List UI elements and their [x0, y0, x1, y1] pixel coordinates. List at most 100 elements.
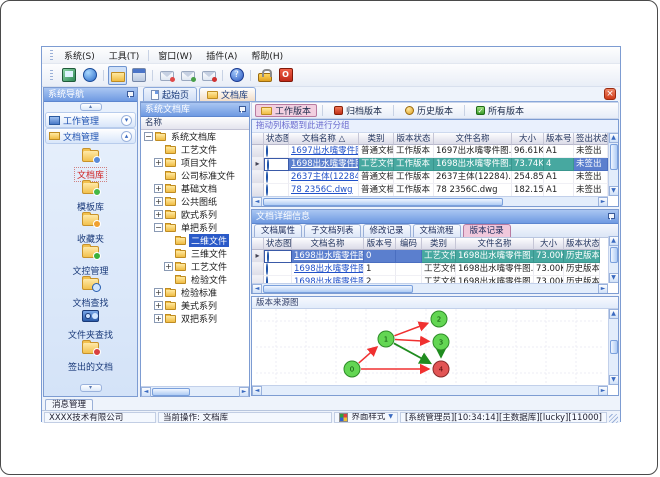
- table-row[interactable]: 1698出水嘴零件图.dwg1工艺文件1698出水嘴零件图.dwg73.00KB…: [252, 263, 618, 276]
- detail-tab-0[interactable]: 文档属性: [254, 224, 303, 237]
- menu-item-1[interactable]: 工具(T): [102, 48, 147, 63]
- scroll-right-arrow[interactable]: ►: [598, 385, 608, 395]
- row-selector-header[interactable]: [252, 238, 264, 250]
- detail-tab-2[interactable]: 修改记录: [362, 224, 411, 237]
- tree-node-11[interactable]: 检验文件: [141, 273, 249, 286]
- pin-icon[interactable]: [238, 106, 246, 113]
- graph-vscrollbar[interactable]: ▲ ▼: [608, 309, 618, 385]
- sidebar-group-0[interactable]: 工作管理 ▾: [45, 112, 136, 128]
- collapse-up-button[interactable]: ▴: [79, 103, 102, 111]
- expand-icon[interactable]: +: [154, 288, 163, 297]
- detail-tab-4[interactable]: 版本记录: [462, 224, 511, 237]
- sidebar-item-0[interactable]: 文档库: [44, 146, 137, 182]
- scroll-right-arrow[interactable]: ►: [239, 386, 249, 397]
- scrollbar-thumb[interactable]: [609, 247, 618, 263]
- column-header[interactable]: 签出状态: [574, 133, 608, 145]
- column-header[interactable]: 编码: [396, 238, 422, 250]
- toolbar-mail-icon[interactable]: [157, 66, 176, 85]
- sidebar-item-3[interactable]: 文控管理: [44, 242, 137, 277]
- toolbar-mail-send-icon[interactable]: [178, 66, 197, 85]
- scroll-left-arrow[interactable]: ◄: [252, 283, 262, 293]
- detail-tab-1[interactable]: 子文档列表: [304, 224, 361, 237]
- sidebar-group-1[interactable]: 文档管理 ▴: [45, 128, 136, 144]
- collapse-icon[interactable]: −: [154, 223, 163, 232]
- version-table-hscrollbar[interactable]: ◄ ►: [252, 283, 608, 293]
- column-header[interactable]: 大小: [534, 238, 564, 250]
- tree-column-header[interactable]: 名称: [141, 117, 249, 130]
- toolbar-monitor-icon[interactable]: [59, 66, 78, 85]
- scroll-down-arrow[interactable]: ▼: [608, 375, 618, 385]
- table-row[interactable]: 2637主体(12284).dwg普通文档工作版本2637主体(12284).d…: [252, 171, 618, 184]
- menu-item-3[interactable]: 插件(A): [199, 48, 244, 63]
- expand-icon[interactable]: +: [154, 314, 163, 323]
- tree-node-5[interactable]: + 公共图纸: [141, 195, 249, 208]
- tab-1[interactable]: 文档库: [199, 87, 257, 101]
- column-header[interactable]: 版本号: [364, 238, 396, 250]
- tree-node-3[interactable]: 公司标准文件: [141, 169, 249, 182]
- scrollbar-thumb[interactable]: [263, 197, 503, 206]
- doc-table-hscrollbar[interactable]: ◄ ►: [252, 196, 608, 206]
- collapse-icon[interactable]: −: [144, 132, 153, 141]
- table-row[interactable]: 1697出水嘴零件图.dwg普通文档工作版本1697出水嘴零件图.dwg96.6…: [252, 145, 618, 158]
- tree-node-2[interactable]: + 项目文件: [141, 156, 249, 169]
- toolbar-help-icon[interactable]: [227, 66, 246, 85]
- version-button-2[interactable]: 历史版本: [399, 104, 459, 117]
- toolbar-mail-delete-icon[interactable]: [199, 66, 218, 85]
- close-icon[interactable]: ×: [604, 88, 616, 100]
- scroll-up-arrow[interactable]: ▲: [608, 309, 618, 319]
- tree-node-1[interactable]: 工艺文件: [141, 143, 249, 156]
- sidebar-item-4[interactable]: 文档查找: [44, 274, 137, 309]
- scroll-up-arrow[interactable]: ▲: [608, 236, 618, 246]
- tree-node-14[interactable]: + 双把系列: [141, 312, 249, 325]
- pin-icon[interactable]: [126, 91, 134, 98]
- scroll-up-arrow[interactable]: ▲: [608, 133, 618, 143]
- toolbar-grip[interactable]: [50, 70, 53, 80]
- tree-node-0[interactable]: − 系统文档库: [141, 130, 249, 143]
- graph-hscrollbar[interactable]: ◄ ►: [252, 385, 608, 395]
- chevron-icon[interactable]: ▾: [121, 114, 132, 126]
- column-header[interactable]: 版本状态: [394, 133, 434, 145]
- tree-node-8[interactable]: 二维文件: [141, 234, 249, 247]
- sidebar-scroll-down-button[interactable]: ▾: [79, 384, 102, 392]
- menu-item-4[interactable]: 帮助(H): [244, 48, 290, 63]
- document-link[interactable]: 2637主体(12284).dwg: [289, 171, 359, 184]
- toolbar-window-icon[interactable]: [129, 66, 148, 85]
- tree-node-7[interactable]: − 单把系列: [141, 221, 249, 234]
- table-row[interactable]: ▸1698出水嘴零件图.dwg0工艺文件1698出水嘴零件图.dwg73.00K…: [252, 250, 618, 263]
- column-header[interactable]: 状态图: [264, 133, 289, 145]
- scroll-left-arrow[interactable]: ◄: [252, 385, 262, 395]
- scroll-left-arrow[interactable]: ◄: [252, 196, 262, 206]
- row-selector-header[interactable]: [252, 133, 264, 145]
- version-button-3[interactable]: 所有版本: [470, 104, 530, 117]
- document-link[interactable]: 1698出水嘴零件图.dwg: [292, 250, 364, 263]
- column-header[interactable]: 版本号: [544, 133, 574, 145]
- resize-grip[interactable]: [609, 414, 618, 423]
- sidebar-item-6[interactable]: 签出的文档: [44, 338, 137, 373]
- scroll-right-arrow[interactable]: ►: [598, 196, 608, 206]
- scroll-down-arrow[interactable]: ▼: [608, 186, 618, 196]
- scroll-left-arrow[interactable]: ◄: [141, 386, 151, 397]
- tree-node-12[interactable]: + 检验标准: [141, 286, 249, 299]
- group-by-hint[interactable]: 拖动列标题到此进行分组: [252, 120, 618, 133]
- column-header[interactable]: 版本状态: [564, 238, 600, 250]
- column-header[interactable]: 文档名称: [292, 238, 364, 250]
- column-header[interactable]: 文件名称: [456, 238, 534, 250]
- toolbar-globe-icon[interactable]: [80, 66, 99, 85]
- scrollbar-thumb[interactable]: [609, 144, 618, 170]
- expand-icon[interactable]: +: [154, 210, 163, 219]
- doc-table-vscrollbar[interactable]: ▲ ▼: [608, 133, 618, 196]
- expand-icon[interactable]: +: [154, 197, 163, 206]
- tree-node-9[interactable]: 三维文件: [141, 247, 249, 260]
- column-header[interactable]: 文件名称: [434, 133, 512, 145]
- expand-icon[interactable]: +: [164, 262, 173, 271]
- version-button-0[interactable]: 工作版本: [255, 104, 318, 117]
- expand-icon[interactable]: +: [154, 184, 163, 193]
- scroll-down-arrow[interactable]: ▼: [608, 273, 618, 283]
- expand-icon[interactable]: +: [154, 158, 163, 167]
- scrollbar-thumb[interactable]: [152, 387, 190, 396]
- tree-node-13[interactable]: + 美式系列: [141, 299, 249, 312]
- document-link[interactable]: 1697出水嘴零件图.dwg: [289, 145, 359, 158]
- scrollbar-thumb[interactable]: [263, 284, 413, 293]
- column-header[interactable]: 类别: [359, 133, 394, 145]
- tree-hscrollbar[interactable]: ◄ ►: [141, 386, 249, 397]
